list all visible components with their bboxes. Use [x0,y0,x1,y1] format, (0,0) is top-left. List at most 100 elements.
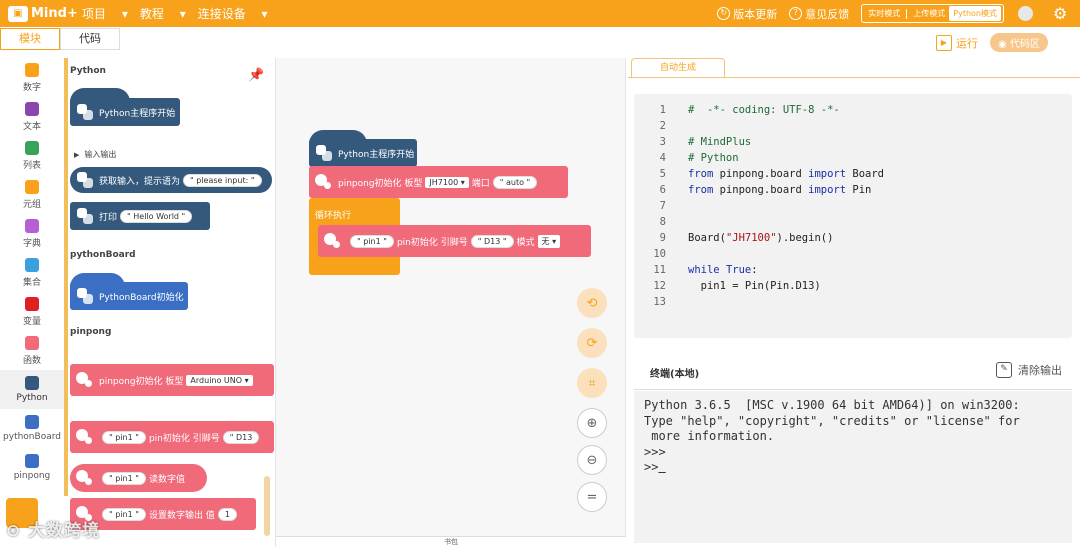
category-列表[interactable]: 列表 [0,136,64,175]
print-value-field[interactable]: " Hello World " [120,209,193,223]
category-pinpong[interactable]: pinpong [0,448,64,487]
tab-blocks[interactable]: 模块 [0,28,60,50]
toolbar: 模块 代码 ▶ 运行 ◉ 代码区 [0,27,1080,53]
line-number: 3 [659,136,666,148]
mode-upload[interactable]: 上传模式 [909,6,949,21]
line-number: 4 [659,152,666,164]
ws-port-field[interactable]: " auto " [492,175,538,189]
code-text: from pinpong.board import Pin [688,184,872,196]
block-pythonboard-init[interactable]: PythonBoard初始化 [70,282,188,310]
code-text: # Python [688,152,739,164]
run-button[interactable]: ▶ 运行 [936,34,978,51]
menu-project[interactable]: 项目 ▾ [82,5,128,22]
category-字典[interactable]: 字典 [0,214,64,253]
category-函数[interactable]: 函数 [0,331,64,370]
line-number: 13 [653,296,666,308]
set-var-field[interactable]: " pin1 " [102,507,146,521]
main-menu: 项目 ▾ 教程 ▾ 连接设备 ▾ [82,0,280,27]
block-input[interactable]: 获取输入，提示语为 " please input: " [70,167,272,193]
category-icon [25,335,39,350]
code-line: 6 from pinpong.board import Pin [634,184,872,200]
block-pin-init[interactable]: " pin1 " pin初始化 引脚号 " D13 [70,421,274,453]
code-line: 3 # MindPlus [634,136,752,152]
mode-realtime[interactable]: 实时模式 [864,6,904,21]
menu-connect[interactable]: 连接设备 ▾ [198,5,268,22]
section-pythonboard: pythonBoard [70,250,136,260]
zoom-reset-button[interactable]: = [577,482,607,512]
redo-button[interactable]: ⟳ [577,328,607,358]
line-number: 7 [659,200,666,212]
category-icon [25,218,39,233]
undo-button[interactable]: ⟲ [577,288,607,318]
ws-block-pin-init[interactable]: " pin1 " pin初始化 引脚号 " D13 " 模式 无 ▾ [318,225,591,257]
set-value-field[interactable]: 1 [217,507,237,521]
code-line: 1 # -*- coding: UTF-8 -*- [634,104,840,120]
category-icon [25,376,39,390]
clear-output-button[interactable]: ✎ 清除输出 [996,362,1062,378]
category-文本[interactable]: 文本 [0,97,64,136]
update-button[interactable]: ↻ 版本更新 [717,6,777,22]
terminal-prompt[interactable]: >> [644,460,1062,476]
code-text: Board("JH7100").begin() [688,232,834,244]
code-editor[interactable]: 1 # -*- coding: UTF-8 -*- 2 3 # MindPlus 4 # P… [634,94,1072,338]
code-text: from pinpong.board import Board [688,168,884,180]
feedback-button[interactable]: ? 意见反馈 [789,6,849,22]
category-label: pythonBoard [3,432,61,442]
block-python-main[interactable]: Python主程序开始 [70,98,180,126]
crop-icon[interactable]: ⌗ [577,368,607,398]
category-icon [25,454,39,468]
category-元组[interactable]: 元组 [0,175,64,214]
mode-switch: 实时模式 上传模式 Python模式 [861,4,1004,23]
backpack-bar[interactable]: 书包 [276,536,626,547]
terminal-line: Type "help", "copyright", "credits" or "… [644,413,1020,428]
tab-auto-generate[interactable]: 自动生成 [631,58,725,77]
terminal-output[interactable]: Python 3.6.5 [MSC v.1900 64 bit AMD64)] … [634,391,1072,543]
pin-icon[interactable]: 📌 [248,68,264,83]
input-prompt-field[interactable]: " please input: " [183,173,262,187]
category-pythonboard[interactable]: pythonBoard [0,409,64,448]
watermark: ⊙ 大数跨境 [6,521,101,541]
zoom-in-button[interactable]: ⊕ [577,408,607,438]
ws-block-python-main[interactable]: Python主程序开始 [309,139,417,167]
code-line: 7 [634,200,666,216]
code-line: 2 [634,120,666,136]
code-line: 13 [634,296,666,312]
tab-code[interactable]: 代码 [60,28,120,50]
io-section-title[interactable]: ▶ 输入输出 [74,149,116,160]
avatar[interactable] [1018,6,1033,21]
mode-python[interactable]: Python模式 [949,6,1001,21]
logo-icon: ▣ [8,5,28,22]
pythonboard-icon [76,287,94,305]
category-label: 变量 [22,316,41,327]
terminal-line: more information. [644,429,775,443]
block-print[interactable]: 打印 " Hello World " [70,202,210,230]
python-icon [76,207,94,225]
pinpong-icon [76,372,94,388]
pin-number-field[interactable]: " D13 [222,430,260,444]
category-变量[interactable]: 变量 [0,292,64,331]
pin-var-field[interactable]: " pin1 " [102,430,146,444]
ws-board-select[interactable]: JH7100 ▾ [425,176,469,188]
category-python[interactable]: Python [0,370,64,409]
line-number: 6 [659,184,666,196]
ws-pin-var-field[interactable]: " pin1 " [350,234,394,248]
category-数字[interactable]: 数字 [0,58,64,97]
zoom-out-button[interactable]: ⊖ [577,445,607,475]
category-sidebar: 数字 文本 列表 元组 字典 集合变量函数 Python pythonBoard pinpong [0,58,64,547]
ws-block-pinpong-init[interactable]: pinpong初始化 板型 JH7100 ▾ 端口 " auto " [309,166,568,198]
category-icon [25,140,39,155]
broom-icon: ✎ [996,362,1012,378]
block-read-digital[interactable]: " pin1 " 读数字值 [70,464,207,492]
block-pinpong-init[interactable]: pinpong初始化 板型 Arduino UNO ▾ [70,364,274,396]
board-select[interactable]: Arduino UNO ▾ [186,374,253,386]
ws-pin-number-field[interactable]: " D13 " [470,234,514,248]
read-var-field[interactable]: " pin1 " [102,471,146,485]
palette-inner-scrollbar[interactable] [264,476,270,536]
menu-tutorial[interactable]: 教程 ▾ [140,5,186,22]
gear-icon[interactable]: ⚙ [1053,6,1068,22]
code-area-button[interactable]: ◉ 代码区 [990,33,1048,52]
code-line: 5 from pinpong.board import Board [634,168,884,184]
ws-mode-select[interactable]: 无 ▾ [537,234,561,248]
question-icon: ? [789,7,803,20]
category-集合[interactable]: 集合 [0,253,64,292]
